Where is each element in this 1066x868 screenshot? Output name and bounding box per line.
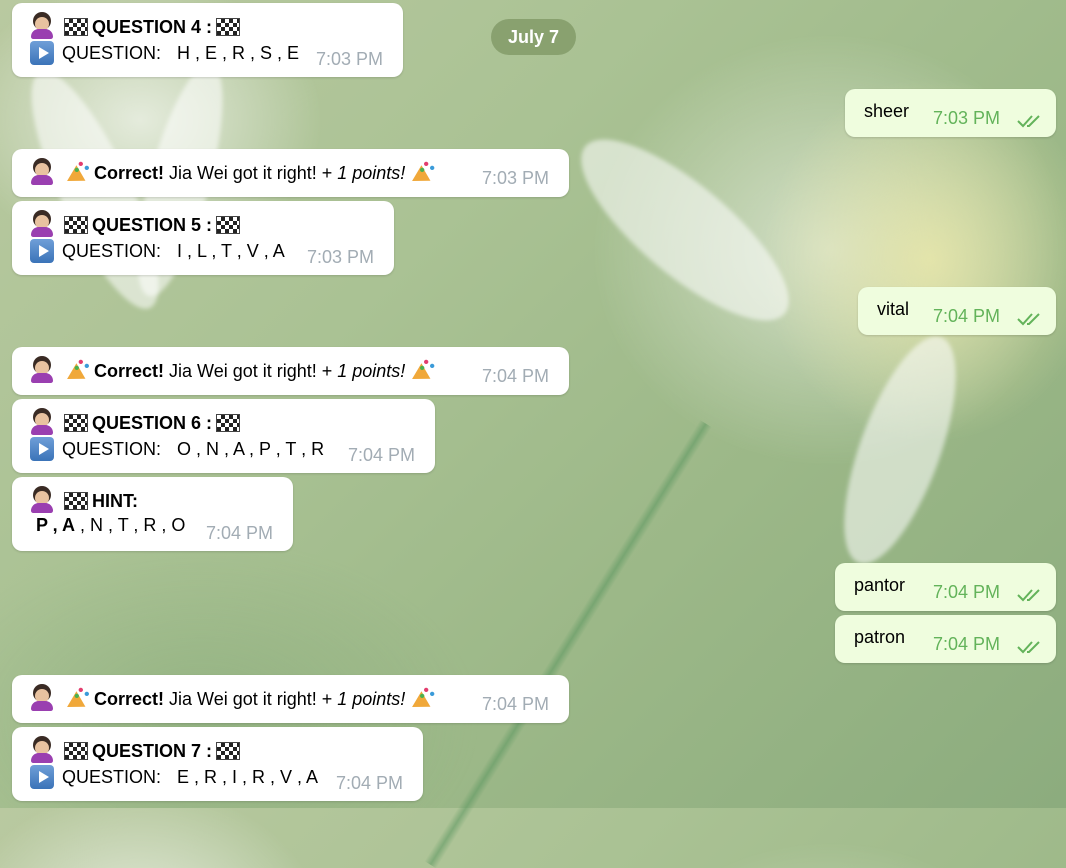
correct-label: Correct! <box>94 688 165 709</box>
points-text: 1 points! <box>337 360 406 381</box>
bot-message-hint[interactable]: HINT: P , A , N , T , R , O 7:04 PM <box>12 477 293 551</box>
question-prefix: QUESTION: <box>62 42 162 63</box>
party-popper-icon <box>409 682 435 712</box>
chequered-flag-icon <box>64 216 88 234</box>
question-prefix: QUESTION: <box>62 240 162 261</box>
question-title: QUESTION 6 : <box>92 412 213 433</box>
bot-message-question[interactable]: QUESTION 4 : QUESTION: H , E , R , S , E… <box>12 3 403 77</box>
bot-message-question[interactable]: QUESTION 6 : QUESTION: O , N , A , P , T… <box>12 399 435 473</box>
message-text: pantor <box>854 575 906 595</box>
correct-label: Correct! <box>94 162 165 183</box>
correct-text: Jia Wei got it right! + <box>169 688 333 709</box>
date-pill: July 7 <box>491 19 576 55</box>
message-time: 7:04 PM <box>336 773 404 793</box>
background-petal <box>556 111 814 349</box>
message-time: 7:04 PM <box>348 445 416 465</box>
double-check-icon <box>1017 310 1045 326</box>
points-text: 1 points! <box>337 688 406 709</box>
double-check-icon <box>1017 112 1045 128</box>
play-button-icon <box>30 765 54 789</box>
chequered-flag-icon <box>216 216 241 234</box>
points-text: 1 points! <box>337 162 406 183</box>
hint-remaining-letters: , N , T , R , O <box>75 515 186 535</box>
chequered-flag-icon <box>64 742 88 760</box>
woman-tipping-hand-icon <box>30 687 54 711</box>
correct-text: Jia Wei got it right! + <box>169 162 333 183</box>
user-message[interactable]: sheer 7:03 PM <box>845 89 1056 137</box>
chequered-flag-icon <box>64 414 88 432</box>
woman-tipping-hand-icon <box>30 213 54 237</box>
message-text: patron <box>854 627 906 647</box>
play-button-icon <box>30 239 54 263</box>
question-title: QUESTION 5 : <box>92 214 213 235</box>
woman-tipping-hand-icon <box>30 15 54 39</box>
question-prefix: QUESTION: <box>62 438 162 459</box>
party-popper-icon <box>64 682 90 712</box>
user-message[interactable]: vital 7:04 PM <box>858 287 1056 335</box>
play-button-icon <box>30 437 54 461</box>
bot-message-correct[interactable]: Correct! Jia Wei got it right! + 1 point… <box>12 347 569 395</box>
bot-message-correct[interactable]: Correct! Jia Wei got it right! + 1 point… <box>12 149 569 197</box>
question-title: QUESTION 4 : <box>92 16 213 37</box>
message-time: 7:03 PM <box>933 108 1001 128</box>
message-time: 7:04 PM <box>933 634 1001 654</box>
double-check-icon <box>1017 586 1045 602</box>
correct-label: Correct! <box>94 360 165 381</box>
question-letters: O , N , A , P , T , R <box>177 438 325 459</box>
message-time: 7:04 PM <box>482 366 550 386</box>
message-time: 7:04 PM <box>206 523 274 543</box>
bot-message-correct[interactable]: Correct! Jia Wei got it right! + 1 point… <box>12 675 569 723</box>
message-time: 7:03 PM <box>316 49 384 69</box>
woman-tipping-hand-icon <box>30 161 54 185</box>
question-letters: I , L , T , V , A <box>177 240 285 261</box>
woman-tipping-hand-icon <box>30 359 54 383</box>
chequered-flag-icon <box>216 742 241 760</box>
background-petal <box>821 323 979 577</box>
question-letters: E , R , I , R , V , A <box>177 766 319 787</box>
party-popper-icon <box>409 156 435 186</box>
message-time: 7:03 PM <box>307 247 375 267</box>
question-title: QUESTION 7 : <box>92 740 213 761</box>
hint-title: HINT: <box>92 490 138 511</box>
party-popper-icon <box>409 354 435 384</box>
party-popper-icon <box>64 156 90 186</box>
chequered-flag-icon <box>64 492 88 510</box>
question-letters: H , E , R , S , E <box>177 42 300 63</box>
user-message[interactable]: patron 7:04 PM <box>835 615 1056 663</box>
message-time: 7:03 PM <box>482 168 550 188</box>
bot-message-question[interactable]: QUESTION 5 : QUESTION: I , L , T , V , A… <box>12 201 394 275</box>
bot-message-question[interactable]: QUESTION 7 : QUESTION: E , R , I , R , V… <box>12 727 423 801</box>
hint-revealed-letters: P , A <box>36 515 76 535</box>
question-prefix: QUESTION: <box>62 766 162 787</box>
chequered-flag-icon <box>64 18 88 36</box>
double-check-icon <box>1017 638 1045 654</box>
woman-tipping-hand-icon <box>30 489 54 513</box>
message-time: 7:04 PM <box>933 306 1001 326</box>
message-text: sheer <box>864 101 910 121</box>
message-time: 7:04 PM <box>933 582 1001 602</box>
play-button-icon <box>30 41 54 65</box>
background-stem <box>424 420 712 868</box>
woman-tipping-hand-icon <box>30 739 54 763</box>
user-message[interactable]: pantor 7:04 PM <box>835 563 1056 611</box>
message-text: vital <box>877 299 910 319</box>
chequered-flag-icon <box>216 18 241 36</box>
party-popper-icon <box>64 354 90 384</box>
correct-text: Jia Wei got it right! + <box>169 360 333 381</box>
chequered-flag-icon <box>216 414 241 432</box>
woman-tipping-hand-icon <box>30 411 54 435</box>
message-time: 7:04 PM <box>482 694 550 714</box>
